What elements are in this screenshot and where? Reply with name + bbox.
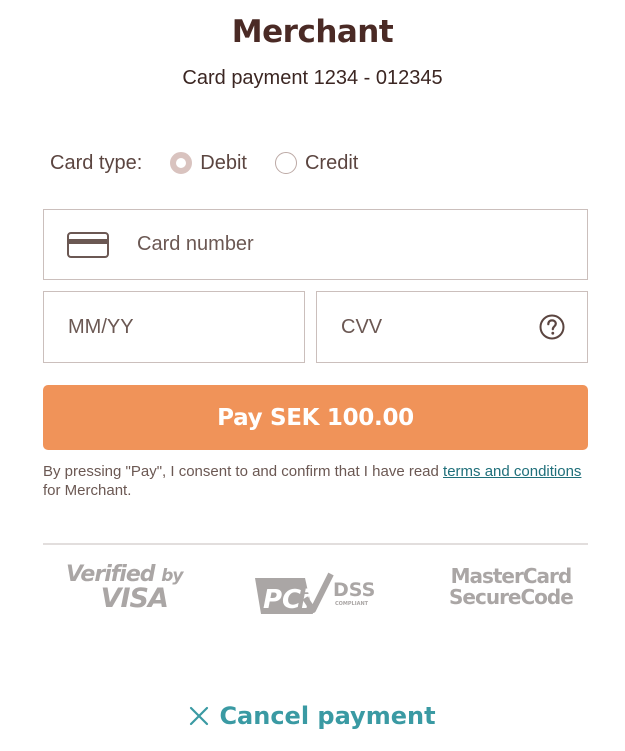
pay-button[interactable]: Pay SEK 100.00 bbox=[43, 385, 588, 450]
securecode-text: SecureCode bbox=[449, 585, 574, 609]
verified-by-visa-logo: Verified by VISA bbox=[66, 564, 183, 614]
terms-and-conditions-link[interactable]: terms and conditions bbox=[443, 463, 581, 480]
card-type-label: Card type: bbox=[50, 151, 143, 174]
consent-prefix: By pressing "Pay", I consent to and conf… bbox=[43, 463, 444, 480]
mastercard-securecode-logo: MasterCard SecureCode bbox=[449, 564, 574, 609]
pci-dss-logo: PCi DSS COMPLIANT bbox=[255, 572, 375, 615]
card-type-credit-option[interactable]: Credit bbox=[274, 151, 359, 175]
card-number-input[interactable] bbox=[135, 232, 587, 257]
cancel-payment-button[interactable]: Cancel payment bbox=[0, 701, 625, 731]
payment-reference: Card payment 1234 - 012345 bbox=[182, 67, 443, 89]
merchant-title: Merchant bbox=[231, 14, 394, 50]
pci-compliant-text: COMPLIANT bbox=[335, 601, 369, 607]
credit-label: Credit bbox=[304, 151, 359, 174]
question-circle-icon[interactable] bbox=[539, 314, 565, 340]
cvv-input[interactable] bbox=[339, 314, 539, 340]
cvv-field-container bbox=[316, 291, 588, 363]
security-logos: Verified by VISA PCi DSS COMPLIANT Maste… bbox=[43, 560, 588, 620]
expiry-input[interactable] bbox=[66, 314, 304, 340]
card-number-field-container bbox=[43, 209, 588, 280]
cancel-payment-label: Cancel payment bbox=[219, 702, 436, 730]
visa-text: VISA bbox=[100, 583, 169, 614]
consent-suffix: for Merchant. bbox=[43, 482, 132, 499]
card-type-selector: Card type: Debit Credit bbox=[50, 149, 386, 177]
divider bbox=[43, 543, 588, 545]
mastercard-text: MasterCard bbox=[450, 564, 573, 588]
expiry-field-container bbox=[43, 291, 305, 363]
pci-dss-text: DSS bbox=[333, 579, 375, 601]
credit-card-icon bbox=[67, 231, 109, 258]
debit-label: Debit bbox=[200, 151, 247, 174]
debit-radio[interactable] bbox=[170, 152, 193, 174]
consent-text: By pressing "Pay", I consent to and conf… bbox=[43, 462, 588, 500]
card-type-debit-option[interactable]: Debit bbox=[170, 152, 247, 175]
close-icon bbox=[190, 706, 209, 726]
credit-radio[interactable] bbox=[274, 152, 297, 174]
